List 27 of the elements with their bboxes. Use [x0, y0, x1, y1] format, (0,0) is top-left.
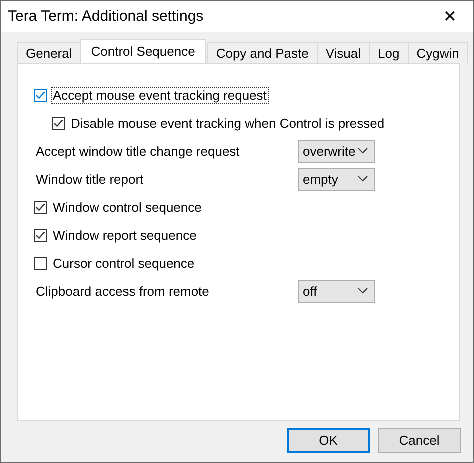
- checkbox-icon[interactable]: [34, 256, 47, 270]
- setting-label: Accept window title change request: [35, 144, 241, 158]
- tab[interactable]: Log: [369, 42, 409, 63]
- tab[interactable]: Control Sequence: [80, 39, 206, 63]
- checkbox[interactable]: Window control sequence: [34, 198, 204, 216]
- dropdown[interactable]: empty: [298, 168, 375, 190]
- checkbox[interactable]: Window report sequence: [34, 226, 199, 244]
- tab[interactable]: General: [17, 42, 82, 63]
- chevron-down-icon: [358, 148, 368, 154]
- setting-label: Window title report: [35, 172, 145, 186]
- checkbox[interactable]: Disable mouse event tracking when Control is pressed: [52, 114, 387, 132]
- tab[interactable]: Copy and Paste: [207, 42, 318, 63]
- dropdown[interactable]: off: [298, 280, 375, 302]
- dialog-button[interactable]: Cancel: [378, 428, 461, 453]
- close-button[interactable]: ✕: [427, 1, 473, 32]
- setting-label: Clipboard access from remote: [35, 284, 210, 298]
- chevron-down-icon: [358, 288, 368, 294]
- dropdown[interactable]: overwrite: [298, 140, 375, 162]
- checkbox-icon[interactable]: [52, 116, 65, 130]
- window-title: Tera Term: Additional settings: [8, 8, 204, 25]
- checkbox-icon[interactable]: [34, 228, 47, 242]
- dialog-button[interactable]: OK: [287, 428, 370, 453]
- tab[interactable]: Cygwin: [408, 42, 468, 63]
- chevron-down-icon: [358, 176, 368, 182]
- checkbox-icon[interactable]: [34, 200, 47, 214]
- checkbox[interactable]: Cursor control sequence: [34, 254, 197, 272]
- checkbox-icon[interactable]: [34, 88, 47, 102]
